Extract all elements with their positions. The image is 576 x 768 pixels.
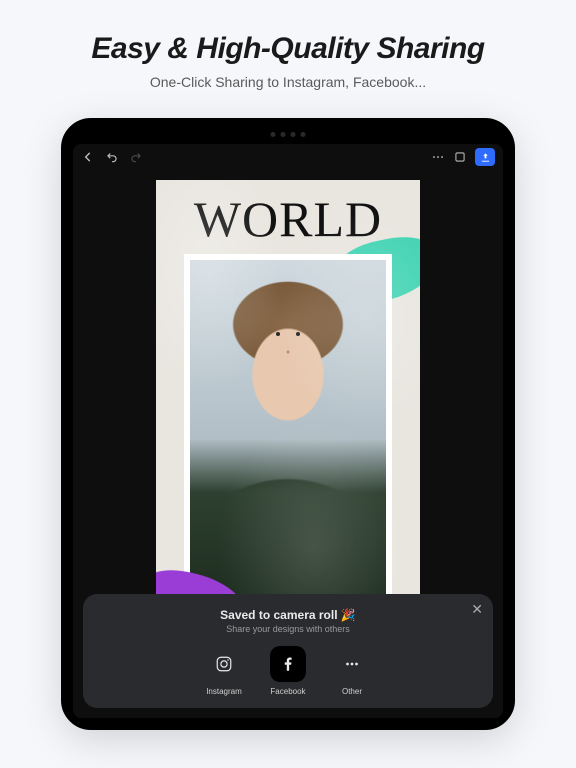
marketing-headline: Easy & High-Quality Sharing	[91, 32, 484, 66]
app-screen: WORLD ✕ Saved to camera roll 🎉 Share you…	[73, 144, 503, 718]
share-options-row: Instagram Facebook Other	[97, 646, 479, 696]
facebook-icon	[270, 646, 306, 682]
camera-dots	[271, 132, 306, 137]
editor-toolbar	[73, 144, 503, 170]
more-icon[interactable]	[431, 150, 445, 164]
share-label: Facebook	[270, 687, 305, 696]
poster-design[interactable]: WORLD	[156, 180, 420, 640]
portrait-photo	[190, 260, 386, 618]
back-icon[interactable]	[81, 150, 95, 164]
export-button[interactable]	[475, 148, 495, 166]
undo-icon[interactable]	[105, 150, 119, 164]
layers-icon[interactable]	[453, 150, 467, 164]
share-label: Other	[342, 687, 362, 696]
more-options-icon	[334, 646, 370, 682]
share-option-facebook[interactable]: Facebook	[270, 646, 306, 696]
tablet-frame: WORLD ✕ Saved to camera roll 🎉 Share you…	[61, 118, 515, 730]
redo-icon[interactable]	[129, 150, 143, 164]
share-option-instagram[interactable]: Instagram	[206, 646, 242, 696]
instagram-icon	[206, 646, 242, 682]
share-sheet: ✕ Saved to camera roll 🎉 Share your desi…	[83, 594, 493, 708]
share-option-other[interactable]: Other	[334, 646, 370, 696]
marketing-subhead: One-Click Sharing to Instagram, Facebook…	[150, 74, 426, 90]
share-label: Instagram	[206, 687, 242, 696]
close-icon[interactable]: ✕	[471, 602, 483, 616]
share-sheet-subtitle: Share your designs with others	[97, 624, 479, 634]
share-sheet-title: Saved to camera roll 🎉	[97, 608, 479, 622]
photo-frame	[184, 254, 392, 624]
